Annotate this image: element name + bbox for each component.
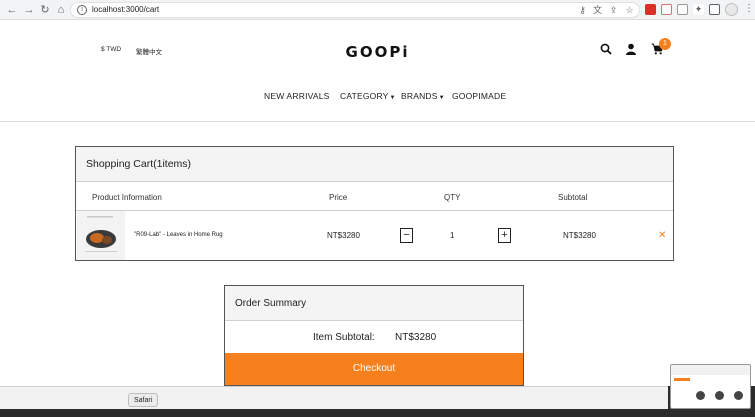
site-info-icon[interactable]: i: [77, 5, 87, 15]
nav-category-label[interactable]: CATEGORY: [340, 91, 389, 101]
dock-tooltip: Safari: [128, 393, 159, 407]
header-divider: [0, 121, 755, 122]
site-logo[interactable]: GOOPi: [0, 43, 755, 61]
back-arrow-icon[interactable]: ←: [5, 3, 19, 17]
side-panel-icon[interactable]: [709, 4, 720, 15]
shopping-cart-panel: Shopping Cart(1items) Product Informatio…: [75, 146, 674, 261]
order-summary-title: Order Summary: [235, 298, 307, 309]
extension-grey-icon[interactable]: [677, 4, 688, 15]
screenshot-preview-thumbnail[interactable]: [670, 364, 751, 409]
column-qty: QTY: [444, 193, 461, 202]
cart-count-badge: 1: [659, 38, 671, 50]
site-logo-text[interactable]: GOOPi: [346, 43, 410, 61]
column-subtotal: Subtotal: [558, 193, 588, 202]
extensions-puzzle-icon[interactable]: ✦: [693, 4, 704, 15]
decrease-quantity-button[interactable]: −: [400, 228, 413, 243]
product-name[interactable]: "R09-Lab" - Leaves in Home Rug: [134, 232, 223, 238]
nav-brands-label[interactable]: BRANDS: [401, 91, 438, 101]
column-product-information: Product Information: [92, 193, 162, 202]
caret-down-icon: ▼: [389, 95, 396, 101]
cart-header: Shopping Cart(1items): [76, 147, 673, 182]
nav-goopimade[interactable]: GOOPIMADE: [452, 91, 506, 101]
home-icon[interactable]: ⌂: [54, 3, 68, 17]
reload-icon[interactable]: ↻: [38, 3, 52, 17]
product-price: NT$3280: [327, 231, 360, 240]
cart-title: Shopping Cart(1items): [86, 158, 192, 170]
order-summary-header: Order Summary: [225, 286, 523, 321]
preview-accent: [674, 378, 690, 381]
extension-red-icon[interactable]: [645, 4, 656, 15]
key-icon[interactable]: ⚷: [577, 5, 588, 16]
user-account-icon[interactable]: [625, 43, 637, 55]
item-subtotal-label: Item Subtotal:: [313, 332, 375, 343]
bookmark-star-icon[interactable]: ☆: [624, 5, 635, 16]
address-bar[interactable]: i localhost:3000/cart ⚷ 文 ⇪ ☆: [70, 2, 640, 18]
product-thumbnail[interactable]: [77, 211, 125, 260]
caret-down-icon: ▼: [438, 95, 445, 101]
product-subtotal: NT$3280: [563, 231, 596, 240]
preview-product-image: [696, 391, 705, 400]
address-url[interactable]: localhost:3000/cart: [92, 5, 159, 14]
translate-icon[interactable]: 文: [592, 5, 603, 16]
preview-header: [671, 365, 750, 375]
forward-arrow-icon[interactable]: →: [22, 3, 36, 17]
nav-brands[interactable]: BRANDS▼: [401, 91, 445, 101]
preview-product-image: [715, 391, 724, 400]
search-icon[interactable]: [600, 43, 612, 55]
column-price: Price: [329, 193, 348, 202]
browser-toolbar: ← → ↻ ⌂ i localhost:3000/cart ⚷ 文 ⇪ ☆ ✦ …: [0, 0, 755, 20]
item-subtotal-value: NT$3280: [395, 332, 437, 343]
extension-gmail-icon[interactable]: [661, 4, 672, 15]
share-icon[interactable]: ⇪: [608, 5, 619, 16]
table-divider: [76, 210, 673, 211]
increase-quantity-button[interactable]: +: [498, 228, 511, 243]
window-bottom-bar: [0, 386, 668, 409]
checkout-button[interactable]: Checkout: [225, 353, 523, 385]
nav-new-arrivals[interactable]: NEW ARRIVALS: [264, 91, 330, 101]
product-quantity: 1: [450, 231, 455, 240]
preview-product-image: [734, 391, 743, 400]
remove-item-icon[interactable]: ✕: [658, 230, 666, 241]
browser-menu-icon[interactable]: ⋮: [744, 3, 754, 14]
nav-category[interactable]: CATEGORY▼: [340, 91, 396, 101]
profile-avatar[interactable]: [725, 3, 738, 16]
order-summary-panel: Order Summary Item Subtotal: NT$3280 Che…: [224, 285, 524, 386]
